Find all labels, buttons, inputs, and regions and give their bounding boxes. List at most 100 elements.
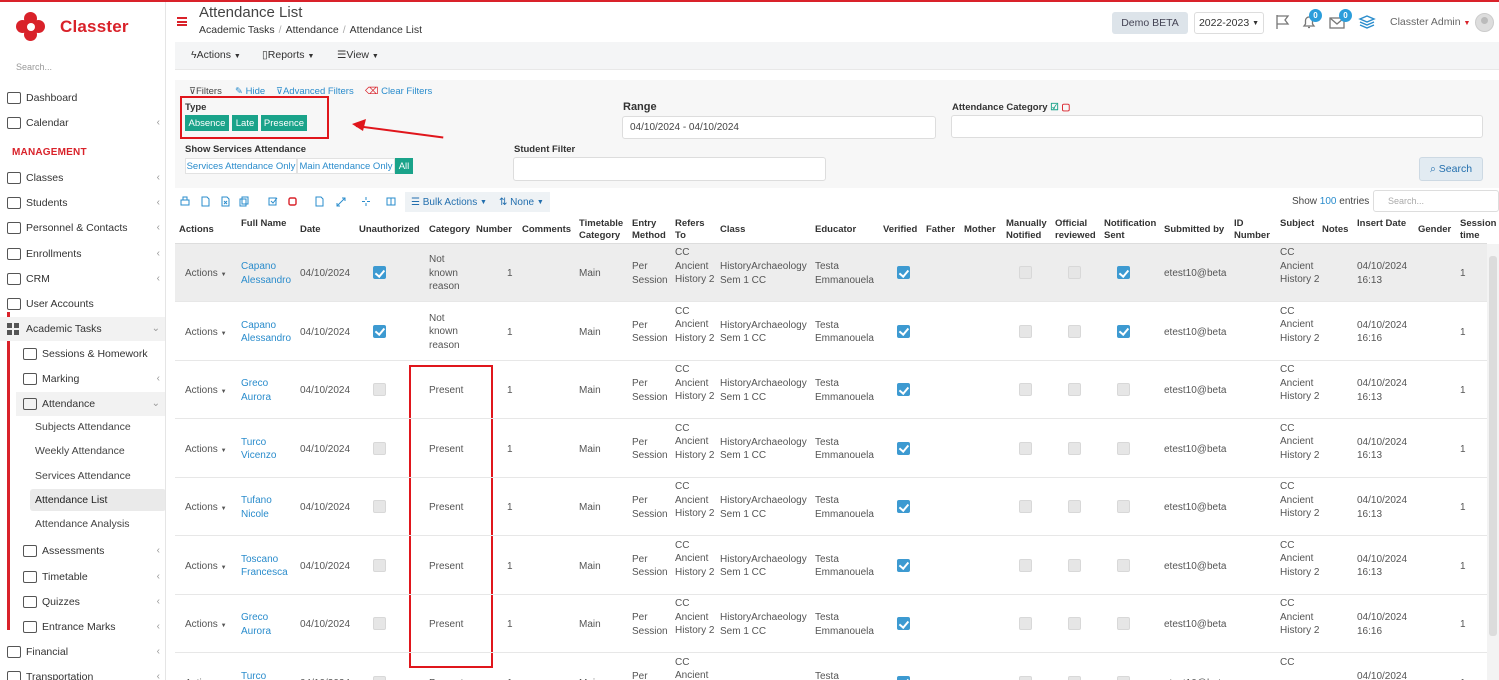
- unauthorized-checkbox[interactable]: [373, 558, 386, 572]
- table-row[interactable]: Actions ▼ Tufano Nicole 04/10/2024 Present 1…: [175, 478, 1487, 536]
- column-header[interactable]: Gender: [1418, 224, 1456, 236]
- verified-checkbox[interactable]: [897, 617, 910, 630]
- student-name-link[interactable]: Capano Alessandro: [241, 319, 297, 346]
- column-header[interactable]: Mother: [964, 224, 1004, 236]
- notification-sent-checkbox[interactable]: [1117, 441, 1130, 455]
- print-icon[interactable]: [180, 196, 190, 207]
- student-name-link[interactable]: Tufano Nicole: [241, 494, 297, 521]
- verified-checkbox[interactable]: [897, 675, 910, 680]
- avatar[interactable]: [1475, 13, 1494, 32]
- sidebar-item-marking[interactable]: Marking ‹: [16, 367, 165, 391]
- column-header[interactable]: Actions: [179, 224, 219, 236]
- sidebar-item-classes[interactable]: Classes ‹: [0, 166, 165, 190]
- column-header[interactable]: Subject: [1280, 218, 1320, 230]
- sidebar-item-quizzes[interactable]: Quizzes ‹: [16, 590, 165, 614]
- student-name-link[interactable]: Turco Vicenzo: [241, 436, 297, 463]
- expand-icon[interactable]: [336, 196, 346, 207]
- sidebar-item-sessions-and-homework[interactable]: Sessions & Homework: [16, 342, 165, 366]
- student-name-link[interactable]: Greco Aurora: [241, 611, 297, 638]
- columns-icon[interactable]: [386, 196, 396, 207]
- verified-checkbox[interactable]: [897, 383, 910, 396]
- row-actions-button[interactable]: Actions ▼: [185, 501, 227, 517]
- column-header[interactable]: ID Number: [1234, 218, 1274, 242]
- sidebar-subitem-weekly-attendance[interactable]: Weekly Attendance: [30, 440, 165, 462]
- table-row[interactable]: Actions ▼ Capano Alessandro 04/10/2024 Not …: [175, 303, 1487, 361]
- user-menu[interactable]: Classter Admin ▼: [1390, 16, 1470, 28]
- table-scrollbar[interactable]: [1487, 244, 1499, 680]
- verified-checkbox[interactable]: [897, 441, 910, 455]
- table-row[interactable]: Actions ▼ Capano Alessandro 04/10/2024 Not …: [175, 244, 1487, 302]
- verified-checkbox[interactable]: [897, 324, 910, 338]
- sidebar-search-input[interactable]: Search...: [16, 62, 52, 72]
- column-header[interactable]: Timetable Category: [579, 218, 629, 242]
- school-year-select[interactable]: 2022-2023 ▼: [1194, 12, 1264, 34]
- column-header[interactable]: Session time: [1460, 218, 1496, 242]
- verified-checkbox[interactable]: [897, 266, 910, 279]
- unauthorized-checkbox[interactable]: [373, 617, 386, 630]
- sidebar-item-personnel-and-contacts[interactable]: Personnel & Contacts ‹: [0, 216, 165, 240]
- view-menu-button[interactable]: ☰View ▼: [337, 49, 379, 61]
- table-row[interactable]: Actions ▼ Greco Aurora 04/10/2024 Present 1 M…: [175, 595, 1487, 653]
- manually-notified-checkbox[interactable]: [1019, 324, 1032, 338]
- table-row[interactable]: Actions ▼ Toscano Francesca 04/10/2024 Pres…: [175, 537, 1487, 595]
- row-actions-button[interactable]: Actions ▼: [185, 384, 227, 400]
- unauthorized-checkbox[interactable]: [373, 383, 386, 396]
- sort-none-button[interactable]: ⇅ None ▼: [493, 192, 550, 212]
- column-header[interactable]: Date: [300, 224, 340, 236]
- student-name-link[interactable]: Greco Aurora: [241, 377, 297, 404]
- unauthorized-checkbox[interactable]: [373, 441, 386, 455]
- demo-beta-button[interactable]: Demo BETA: [1112, 12, 1188, 34]
- manually-notified-checkbox[interactable]: [1019, 558, 1032, 572]
- column-header[interactable]: Manually Notified: [1006, 218, 1050, 242]
- unauthorized-checkbox[interactable]: [373, 266, 386, 279]
- sidebar-subitem-attendance-analysis[interactable]: Attendance Analysis: [30, 513, 165, 535]
- column-header[interactable]: Entry Method: [632, 218, 670, 242]
- notification-sent-checkbox[interactable]: [1117, 558, 1130, 572]
- unauthorized-checkbox[interactable]: [373, 675, 386, 680]
- manually-notified-checkbox[interactable]: [1019, 266, 1032, 279]
- verified-checkbox[interactable]: [897, 558, 910, 572]
- column-header[interactable]: Class: [720, 224, 810, 236]
- all-option[interactable]: All: [395, 158, 413, 174]
- student-name-link[interactable]: Capano Alessandro: [241, 260, 297, 287]
- official-reviewed-checkbox[interactable]: [1068, 441, 1081, 455]
- actions-menu-button[interactable]: ϟActions ▼: [191, 49, 241, 61]
- uncheck-all-icon[interactable]: ▢: [1061, 102, 1070, 113]
- row-actions-button[interactable]: Actions ▼: [185, 267, 227, 283]
- sidebar-item-financial[interactable]: Financial ‹: [0, 640, 165, 664]
- official-reviewed-checkbox[interactable]: [1068, 500, 1081, 513]
- menu-toggle-icon[interactable]: [177, 17, 187, 26]
- check-all-icon[interactable]: ☑: [1050, 102, 1059, 113]
- sidebar-item-transportation[interactable]: Transportation ‹: [0, 665, 165, 680]
- sidebar-item-students[interactable]: Students ‹: [0, 191, 165, 215]
- official-reviewed-checkbox[interactable]: [1068, 324, 1081, 338]
- sidebar-item-assessments[interactable]: Assessments ‹: [16, 539, 165, 563]
- manually-notified-checkbox[interactable]: [1019, 383, 1032, 396]
- column-header[interactable]: Notes: [1322, 224, 1352, 236]
- manually-notified-checkbox[interactable]: [1019, 500, 1032, 513]
- notification-sent-checkbox[interactable]: [1117, 383, 1130, 396]
- export-file-icon[interactable]: [314, 196, 324, 207]
- table-search-input[interactable]: Search...: [1373, 190, 1499, 212]
- column-header[interactable]: Educator: [815, 224, 879, 236]
- notification-sent-checkbox[interactable]: [1117, 675, 1130, 680]
- column-header[interactable]: Number: [476, 224, 516, 236]
- select-all-icon[interactable]: [268, 196, 278, 207]
- official-reviewed-checkbox[interactable]: [1068, 558, 1081, 572]
- sidebar-subitem-attendance-list[interactable]: Attendance List: [30, 489, 165, 511]
- sidebar-item-timetable[interactable]: Timetable ‹: [16, 565, 165, 589]
- official-reviewed-checkbox[interactable]: [1068, 266, 1081, 279]
- column-header[interactable]: Notification Sent: [1104, 218, 1160, 242]
- column-header[interactable]: Full Name: [241, 218, 291, 230]
- row-actions-button[interactable]: Actions ▼: [185, 326, 227, 342]
- sidebar-item-attendance[interactable]: Attendance ⌄: [16, 392, 165, 416]
- sidebar-item-crm[interactable]: CRM ‹: [0, 267, 165, 291]
- attendance-category-input[interactable]: [951, 115, 1483, 138]
- breadcrumb-item[interactable]: Attendance: [286, 24, 339, 36]
- copy-icon[interactable]: [239, 196, 249, 207]
- sidebar-item-entrance-marks[interactable]: Entrance Marks ‹: [16, 615, 165, 639]
- column-header[interactable]: Insert Date: [1357, 218, 1415, 230]
- unauthorized-checkbox[interactable]: [373, 500, 386, 513]
- search-button[interactable]: ⌕ Search: [1419, 157, 1483, 181]
- column-header[interactable]: Comments: [522, 224, 574, 236]
